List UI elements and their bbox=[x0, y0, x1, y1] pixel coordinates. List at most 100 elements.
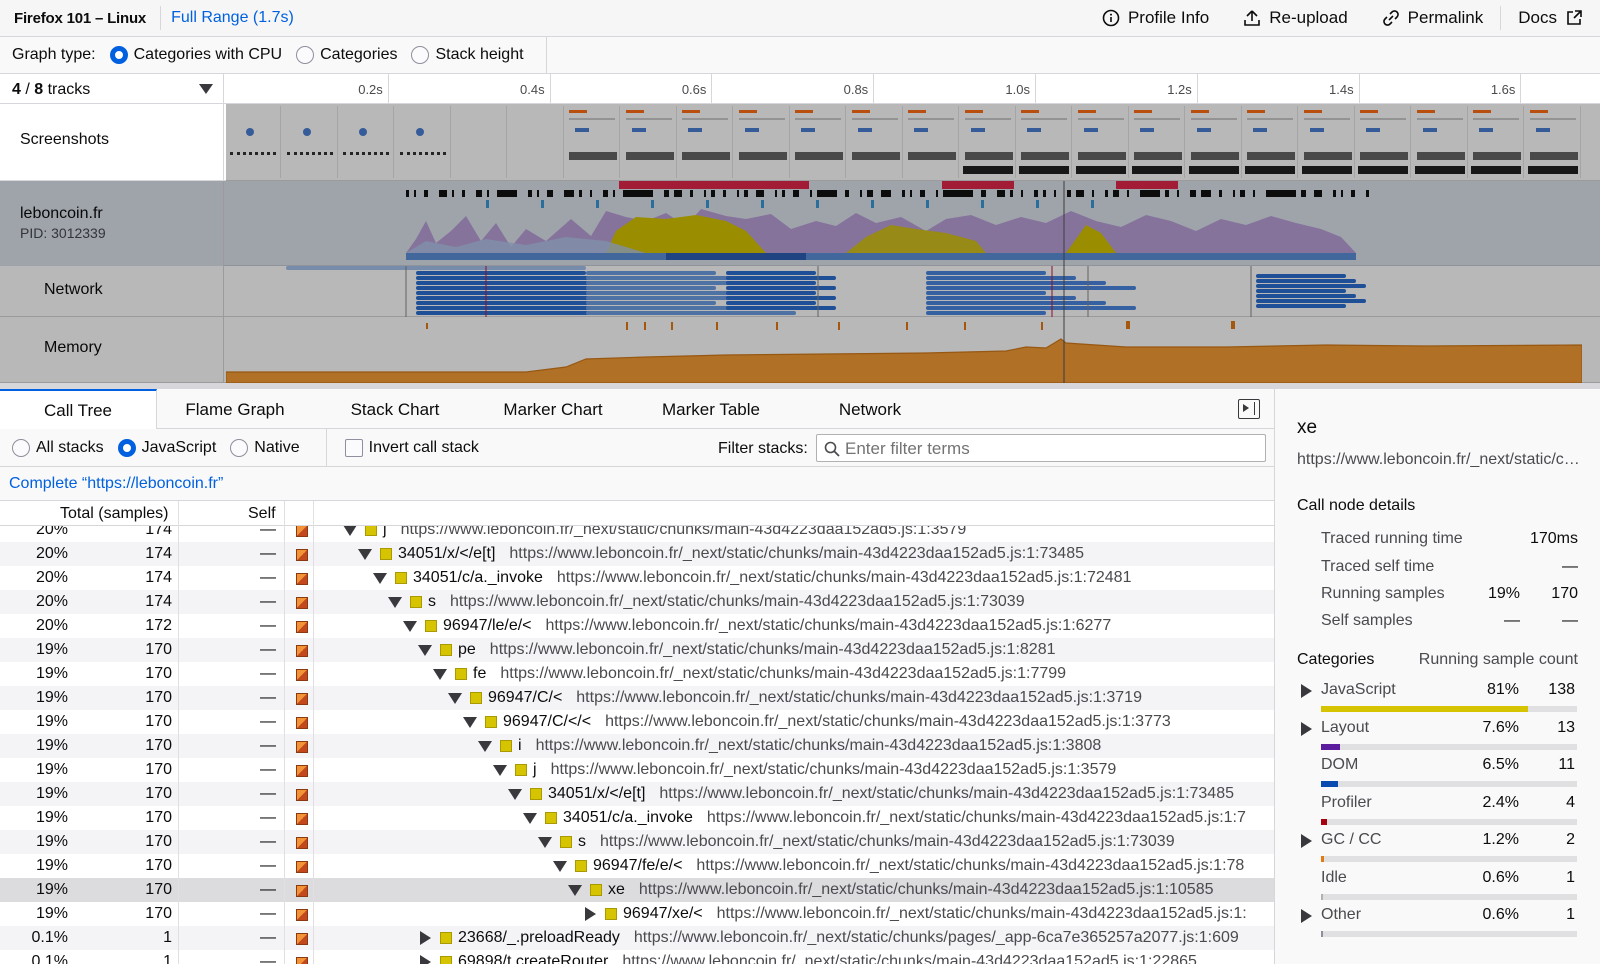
process-marker[interactable] bbox=[623, 190, 653, 197]
network-request-bar[interactable] bbox=[926, 286, 1136, 290]
call-tree-row[interactable]: 0.1% 1 — 69898/t.createRouter https://www.le… bbox=[0, 950, 1274, 964]
process-marker[interactable] bbox=[782, 190, 785, 197]
process-marker[interactable] bbox=[564, 190, 574, 197]
call-tree-row[interactable]: 0.1% 1 — 23668/_.preloadReady https://www.le… bbox=[0, 926, 1274, 950]
activity-graph[interactable] bbox=[226, 181, 1582, 266]
call-tree-row[interactable]: 20% 174 — j https://www.leboncoin.fr/_next/s… bbox=[0, 526, 1274, 542]
permalink-button[interactable]: Permalink bbox=[1365, 0, 1501, 36]
network-request-bar[interactable] bbox=[926, 281, 1106, 285]
process-marker[interactable] bbox=[1366, 190, 1369, 197]
process-marker[interactable] bbox=[775, 190, 777, 197]
screenshot-thumbnail[interactable] bbox=[904, 106, 959, 178]
call-tree-row[interactable]: 20% 174 — s https://www.leboncoin.fr/_next/s… bbox=[0, 590, 1274, 614]
category-row[interactable]: Other 0.6% 1 bbox=[1297, 906, 1577, 944]
track-count-button[interactable]: 4 / 8 tracks bbox=[0, 74, 224, 104]
process-marker[interactable] bbox=[613, 190, 615, 197]
process-marker[interactable] bbox=[439, 190, 447, 197]
network-track[interactable]: Network bbox=[0, 266, 1600, 317]
process-marker[interactable] bbox=[1113, 190, 1119, 197]
process-marker[interactable] bbox=[590, 190, 592, 197]
tab-call-tree[interactable]: Call Tree bbox=[0, 389, 157, 430]
network-request-bar[interactable] bbox=[726, 281, 816, 285]
memory-graph[interactable] bbox=[226, 317, 1582, 383]
screenshot-thumbnail[interactable] bbox=[1186, 106, 1242, 178]
graph-type-option[interactable]: Categories with CPU bbox=[134, 46, 283, 64]
expanded-twisty-icon[interactable] bbox=[418, 644, 432, 656]
network-request-bar[interactable] bbox=[1256, 299, 1366, 303]
sidebar-toggle-icon[interactable] bbox=[1238, 399, 1260, 419]
process-marker[interactable] bbox=[674, 190, 682, 197]
network-request-bar[interactable] bbox=[586, 271, 716, 275]
network-request-bar[interactable] bbox=[1256, 304, 1346, 308]
screenshot-thumbnail[interactable] bbox=[339, 106, 394, 178]
screenshot-thumbnail[interactable] bbox=[1017, 106, 1072, 178]
expanded-twisty-icon[interactable] bbox=[358, 548, 372, 560]
network-graph[interactable] bbox=[226, 266, 1582, 317]
network-request-bar[interactable] bbox=[726, 291, 816, 295]
call-tree-row[interactable]: 19% 170 — 34051/c/a._invoke https://www.lebo… bbox=[0, 806, 1274, 830]
network-request-bar[interactable] bbox=[926, 301, 1106, 305]
transform-breadcrumb[interactable]: Complete “https://leboncoin.fr” bbox=[0, 467, 1274, 501]
network-request-bar[interactable] bbox=[1256, 289, 1346, 293]
call-tree-row[interactable]: 19% 170 — 96947/xe/< https://www.leboncoin.f… bbox=[0, 902, 1274, 926]
screenshot-thumbnail[interactable] bbox=[1412, 106, 1468, 178]
expanded-twisty-icon[interactable] bbox=[508, 788, 522, 800]
process-marker[interactable] bbox=[816, 200, 819, 208]
category-row[interactable]: JavaScript 81% 138 bbox=[1297, 681, 1577, 719]
collapsed-twisty-icon[interactable] bbox=[420, 931, 431, 945]
tab-stack-chart[interactable]: Stack Chart bbox=[320, 389, 470, 429]
collapsed-twisty-icon[interactable] bbox=[420, 955, 431, 964]
filter-stacks-input[interactable]: Enter filter terms bbox=[816, 434, 1266, 462]
process-marker[interactable] bbox=[1165, 190, 1169, 197]
call-tree-row[interactable]: 19% 170 — pe https://www.leboncoin.fr/_next/… bbox=[0, 638, 1274, 662]
process-marker[interactable] bbox=[1010, 190, 1013, 197]
process-marker[interactable] bbox=[910, 190, 912, 197]
process-marker[interactable] bbox=[1140, 190, 1160, 197]
graph-type-radio-stack-height[interactable] bbox=[411, 46, 430, 64]
process-marker[interactable] bbox=[793, 190, 799, 197]
network-request-bar[interactable] bbox=[1256, 279, 1356, 283]
screenshot-thumbnails[interactable] bbox=[226, 106, 1582, 178]
process-marker[interactable] bbox=[756, 190, 764, 197]
expanded-twisty-icon[interactable] bbox=[388, 596, 402, 608]
screenshot-thumbnail[interactable] bbox=[226, 106, 281, 178]
process-marker[interactable] bbox=[1067, 190, 1071, 197]
screenshots-track[interactable]: Screenshots bbox=[0, 104, 1600, 181]
network-request-bar[interactable] bbox=[286, 266, 586, 270]
process-marker[interactable] bbox=[424, 190, 428, 197]
network-request-bar[interactable] bbox=[1256, 274, 1346, 278]
network-request-bar[interactable] bbox=[416, 281, 602, 285]
network-request-bar[interactable] bbox=[726, 271, 816, 275]
network-request-bar[interactable] bbox=[926, 311, 1046, 315]
process-marker[interactable] bbox=[1190, 190, 1196, 197]
process-marker[interactable] bbox=[406, 190, 409, 197]
call-tree-row[interactable]: 19% 170 — i https://www.leboncoin.fr/_next/s… bbox=[0, 734, 1274, 758]
profile-info-button[interactable]: Profile Info bbox=[1085, 0, 1226, 36]
process-marker[interactable] bbox=[1333, 190, 1336, 197]
process-marker[interactable] bbox=[537, 190, 539, 197]
tab-network[interactable]: Network bbox=[830, 389, 910, 429]
committed-range-breadcrumb[interactable]: Full Range (1.7s) bbox=[161, 9, 294, 27]
process-marker[interactable] bbox=[942, 181, 1014, 189]
process-marker[interactable] bbox=[1201, 190, 1211, 197]
network-request-bar[interactable] bbox=[416, 271, 586, 275]
process-marker[interactable] bbox=[1240, 190, 1245, 197]
expanded-twisty-icon[interactable] bbox=[463, 716, 477, 728]
network-request-bar[interactable] bbox=[586, 286, 716, 290]
process-marker[interactable] bbox=[881, 190, 891, 197]
process-marker[interactable] bbox=[619, 181, 809, 189]
tab-marker-chart[interactable]: Marker Chart bbox=[478, 389, 628, 429]
screenshot-thumbnail[interactable] bbox=[1299, 106, 1355, 178]
process-marker[interactable] bbox=[528, 190, 532, 197]
docs-link[interactable]: Docs bbox=[1501, 0, 1600, 36]
call-tree-row[interactable]: 19% 170 — 34051/x/</e[t] https://www.lebonco… bbox=[0, 782, 1274, 806]
expanded-twisty-icon[interactable] bbox=[433, 668, 447, 680]
stack-option-label[interactable]: All stacks bbox=[36, 439, 104, 457]
process-marker[interactable] bbox=[706, 200, 709, 208]
screenshot-thumbnail[interactable] bbox=[508, 106, 564, 178]
collapsed-twisty-icon[interactable] bbox=[585, 907, 596, 921]
expanded-twisty-icon[interactable] bbox=[448, 692, 462, 704]
process-marker[interactable] bbox=[497, 190, 517, 197]
process-marker[interactable] bbox=[704, 190, 706, 197]
network-request-bar[interactable] bbox=[726, 286, 836, 290]
